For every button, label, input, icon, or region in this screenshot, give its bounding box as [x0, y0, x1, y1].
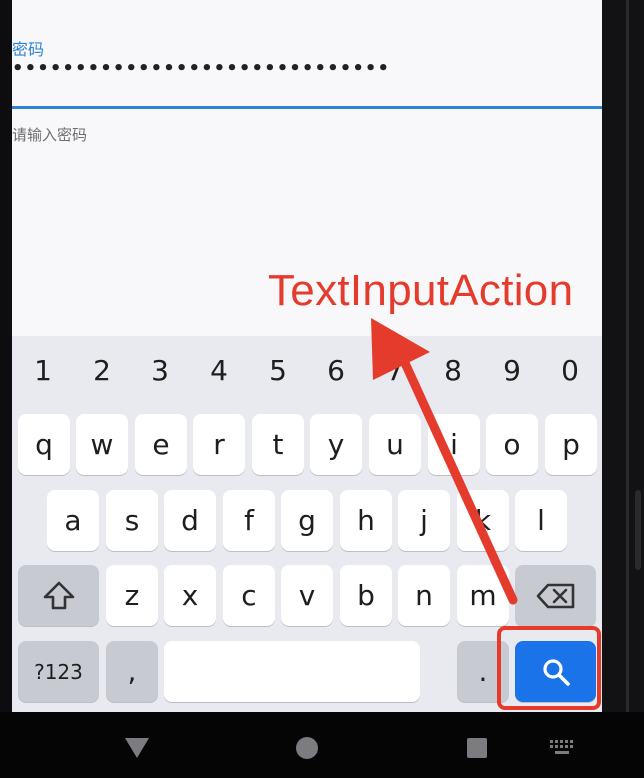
key-o[interactable]: o [486, 414, 538, 475]
key-g[interactable]: g [281, 490, 333, 551]
back-triangle-icon[interactable] [122, 734, 152, 760]
soft-keyboard: 1 2 3 4 5 6 7 8 9 0 q w e r t y u i o p … [12, 336, 602, 712]
key-6[interactable]: 6 [316, 354, 356, 387]
key-n[interactable]: n [398, 565, 450, 626]
key-c[interactable]: c [223, 565, 275, 626]
key-k[interactable]: k [457, 490, 509, 551]
key-s[interactable]: s [106, 490, 158, 551]
key-q[interactable]: q [18, 414, 70, 475]
key-d[interactable]: d [164, 490, 216, 551]
password-hint: 请输入密码 [12, 126, 88, 144]
key-y[interactable]: y [310, 414, 362, 475]
key-1[interactable]: 1 [23, 354, 63, 387]
recents-square-icon[interactable] [466, 737, 488, 759]
search-action-key[interactable] [515, 641, 596, 702]
key-4[interactable]: 4 [199, 354, 239, 387]
key-z[interactable]: z [106, 565, 158, 626]
key-v[interactable]: v [281, 565, 333, 626]
key-x[interactable]: x [164, 565, 216, 626]
key-l[interactable]: l [515, 490, 567, 551]
symbols-key[interactable]: ?123 [18, 641, 99, 702]
password-field-label: 密码 [12, 40, 45, 59]
space-bar[interactable] [164, 641, 420, 702]
key-h[interactable]: h [340, 490, 392, 551]
app-screen: 密码 •••••••••••••••••••••••••••••• 请输入密码 … [12, 0, 602, 712]
side-button [635, 490, 641, 570]
device-bezel [602, 0, 644, 712]
password-input[interactable]: •••••••••••••••••••••••••••••• [12, 58, 390, 79]
key-7[interactable]: 7 [375, 354, 415, 387]
key-r[interactable]: r [193, 414, 245, 475]
bezel-edge [626, 0, 629, 712]
key-m[interactable]: m [457, 565, 509, 626]
key-5[interactable]: 5 [258, 354, 298, 387]
key-b[interactable]: b [340, 565, 392, 626]
key-2[interactable]: 2 [82, 354, 122, 387]
password-field-underline [12, 106, 602, 109]
shift-key[interactable] [18, 565, 99, 626]
key-0[interactable]: 0 [550, 354, 590, 387]
key-f[interactable]: f [223, 490, 275, 551]
key-w[interactable]: w [76, 414, 128, 475]
annotation-label: TextInputAction [268, 266, 574, 315]
key-j[interactable]: j [398, 490, 450, 551]
keyboard-icon[interactable] [549, 739, 575, 757]
key-i[interactable]: i [428, 414, 480, 475]
key-u[interactable]: u [369, 414, 421, 475]
search-icon [542, 658, 570, 686]
key-8[interactable]: 8 [433, 354, 473, 387]
key-3[interactable]: 3 [140, 354, 180, 387]
period-key[interactable]: . [457, 641, 509, 702]
shift-icon [43, 581, 74, 609]
comma-key[interactable]: , [106, 641, 158, 702]
backspace-icon [536, 583, 574, 608]
backspace-key[interactable] [515, 565, 596, 626]
home-circle-icon[interactable] [295, 736, 319, 760]
key-p[interactable]: p [545, 414, 597, 475]
system-nav-bar [0, 712, 644, 778]
key-e[interactable]: e [135, 414, 187, 475]
key-9[interactable]: 9 [492, 354, 532, 387]
key-t[interactable]: t [252, 414, 304, 475]
key-a[interactable]: a [47, 490, 99, 551]
